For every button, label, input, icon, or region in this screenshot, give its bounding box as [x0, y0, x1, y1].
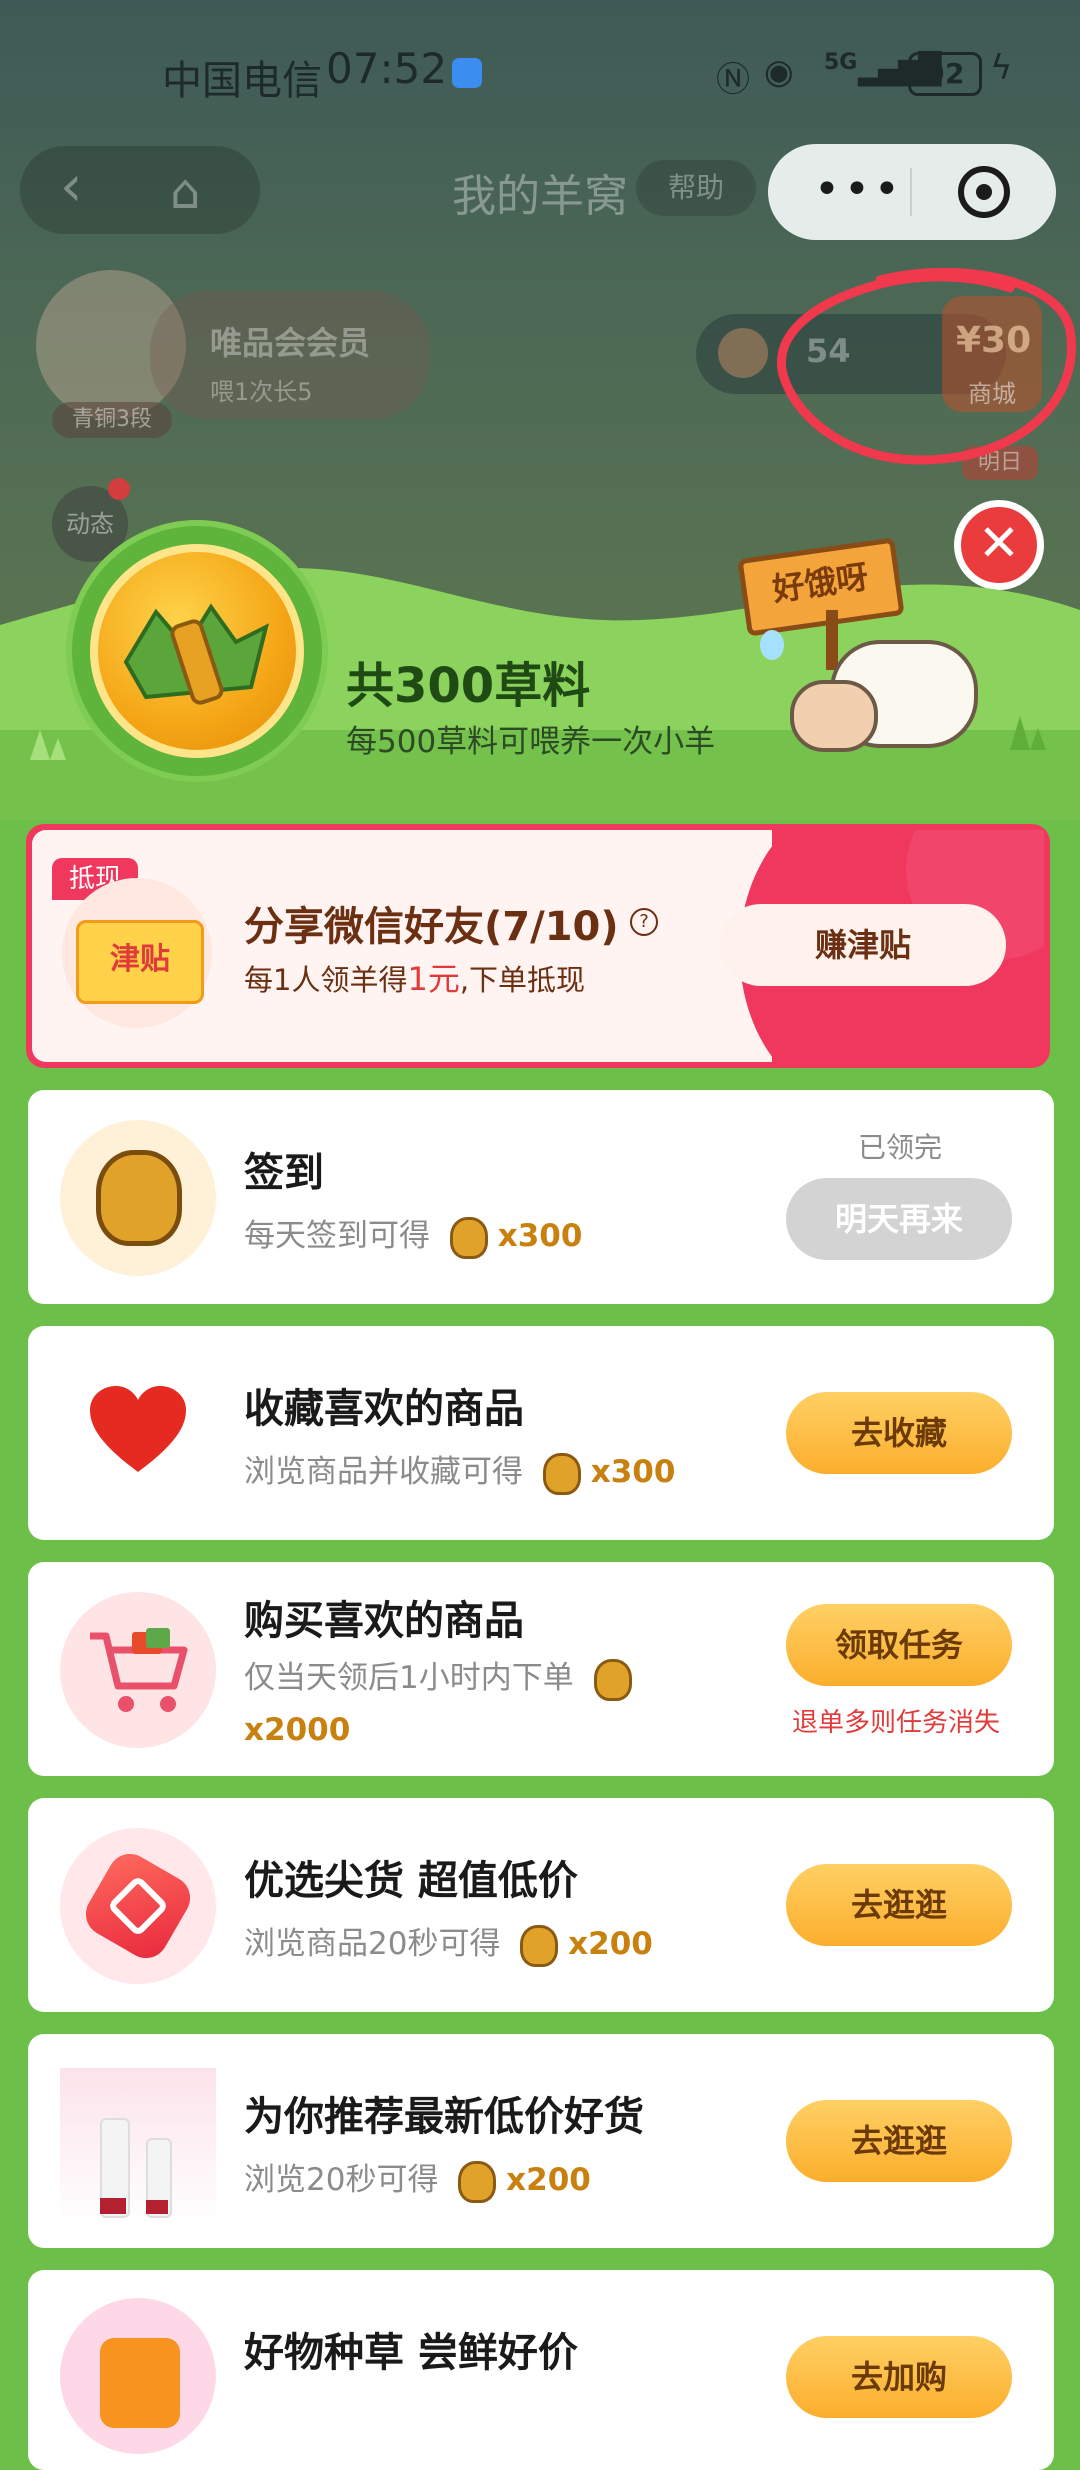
page-title: 我的羊窝: [452, 171, 628, 222]
hotspot-icon: ◉: [764, 52, 794, 92]
back-icon[interactable]: ‹: [60, 154, 82, 219]
task-title: 收藏喜欢的商品: [244, 1386, 524, 1432]
grass-coin-icon: [449, 1216, 488, 1259]
task-reward: x2000: [244, 1712, 351, 1748]
status-bar: 中国电信 07:52 Ⓝ ◉ 5G ▂▄▆█ 92 ϟ: [0, 40, 1080, 110]
capsule-divider: [910, 168, 912, 216]
add-to-cart-button[interactable]: 去加购: [786, 2336, 1012, 2418]
clock: 07:52: [326, 44, 448, 93]
task-title: 为你推荐最新低价好货: [244, 2094, 644, 2140]
close-miniapp-icon[interactable]: [958, 166, 1010, 218]
cart-icon-bg: [60, 1592, 216, 1748]
earn-allowance-button[interactable]: 赚津贴: [720, 904, 1006, 986]
task-title: 购买喜欢的商品: [244, 1598, 524, 1644]
task-selected-goods: 优选尖货 超值低价 浏览商品20秒可得 x200 去逛逛: [28, 1798, 1054, 2012]
come-tomorrow-button[interactable]: 明天再来: [786, 1178, 1012, 1260]
more-icon[interactable]: •••: [814, 164, 904, 215]
help-button[interactable]: 帮助: [636, 160, 756, 216]
wool-icon: [718, 328, 768, 378]
grass-coin-icon: [593, 1658, 632, 1701]
nfc-icon: Ⓝ: [716, 60, 750, 100]
grass-coin-icon: [458, 2160, 497, 2203]
network-type: 5G: [824, 50, 858, 75]
charging-icon: ϟ: [990, 48, 1013, 88]
annotation-circle: [776, 267, 1076, 465]
share-title: 分享微信好友(7/10): [244, 904, 619, 950]
share-card: 抵现 津贴 分享微信好友(7/10) ? 每1人领羊得1元,下单抵现 赚津贴: [26, 824, 1050, 1068]
task-subtitle: 浏览商品并收藏可得 x300: [244, 1446, 675, 1495]
location-icon: [452, 58, 482, 88]
claimed-status: 已领完: [858, 1131, 943, 1164]
task-try-goods: 好物种草 尝鲜好价 去加购: [28, 2270, 1054, 2470]
cart-icon: [90, 1628, 188, 1712]
coupon-icon: 津贴: [76, 920, 204, 1004]
grass-bag-icon: [96, 1150, 182, 1246]
task-purchase: 购买喜欢的商品 仅当天领后1小时内下单 x2000 领取任务 退单多则任务消失: [28, 1562, 1054, 1776]
sheep-illustration: [790, 640, 978, 752]
share-desc: 每1人领羊得1元,下单抵现: [244, 960, 586, 998]
carrier: 中国电信: [162, 58, 322, 104]
task-subtitle: 每天签到可得 x300: [244, 1210, 582, 1259]
heart-icon: [90, 1386, 186, 1472]
question-icon[interactable]: ?: [630, 908, 658, 936]
feed-info: 喂1次长5: [210, 378, 313, 406]
grass-total: 共300草料: [346, 658, 591, 714]
grass-bag-icon-bg: [60, 1120, 216, 1276]
home-icon[interactable]: ⌂: [170, 164, 200, 220]
grass-bundle-icon: [90, 544, 304, 758]
task-title: 好物种草 尝鲜好价: [244, 2330, 578, 2376]
brand-icon-bg: [60, 1828, 216, 1984]
member-label: 唯品会会员: [210, 324, 371, 362]
grass-coin-icon: [542, 1452, 581, 1495]
claim-task-button[interactable]: 领取任务: [786, 1604, 1012, 1686]
sweat-drop-icon: [760, 630, 784, 660]
notification-dot: [108, 478, 130, 500]
nav-pill: ‹ ⌂: [20, 146, 260, 234]
task-sign-in: 签到 每天签到可得 x300 已领完 明天再来: [28, 1090, 1054, 1304]
go-favorite-button[interactable]: 去收藏: [786, 1392, 1012, 1474]
task-subtitle: 浏览20秒可得 x200: [244, 2154, 591, 2203]
task-subtitle: 浏览商品20秒可得 x200: [244, 1918, 653, 1967]
shopping-bag-icon: [100, 2338, 180, 2428]
task-title: 签到: [244, 1150, 324, 1196]
miniapp-capsule: •••: [768, 144, 1056, 240]
product-thumbnail: [60, 2068, 216, 2224]
shopping-bag-icon-bg: [60, 2298, 216, 2454]
task-favorite: 收藏喜欢的商品 浏览商品并收藏可得 x300 去收藏: [28, 1326, 1054, 1540]
task-note: 退单多则任务消失: [792, 1708, 1001, 1738]
battery-indicator: 92: [908, 52, 982, 96]
rank-badge: 青铜3段: [52, 402, 172, 438]
browse-button[interactable]: 去逛逛: [786, 2100, 1012, 2182]
grass-coin-icon: [520, 1924, 559, 1967]
browse-button[interactable]: 去逛逛: [786, 1864, 1012, 1946]
task-subtitle: 仅当天领后1小时内下单: [244, 1652, 632, 1701]
task-recommend: 为你推荐最新低价好货 浏览20秒可得 x200 去逛逛: [28, 2034, 1054, 2248]
grass-desc: 每500草料可喂养一次小羊: [346, 724, 716, 760]
task-title: 优选尖货 超值低价: [244, 1858, 578, 1904]
